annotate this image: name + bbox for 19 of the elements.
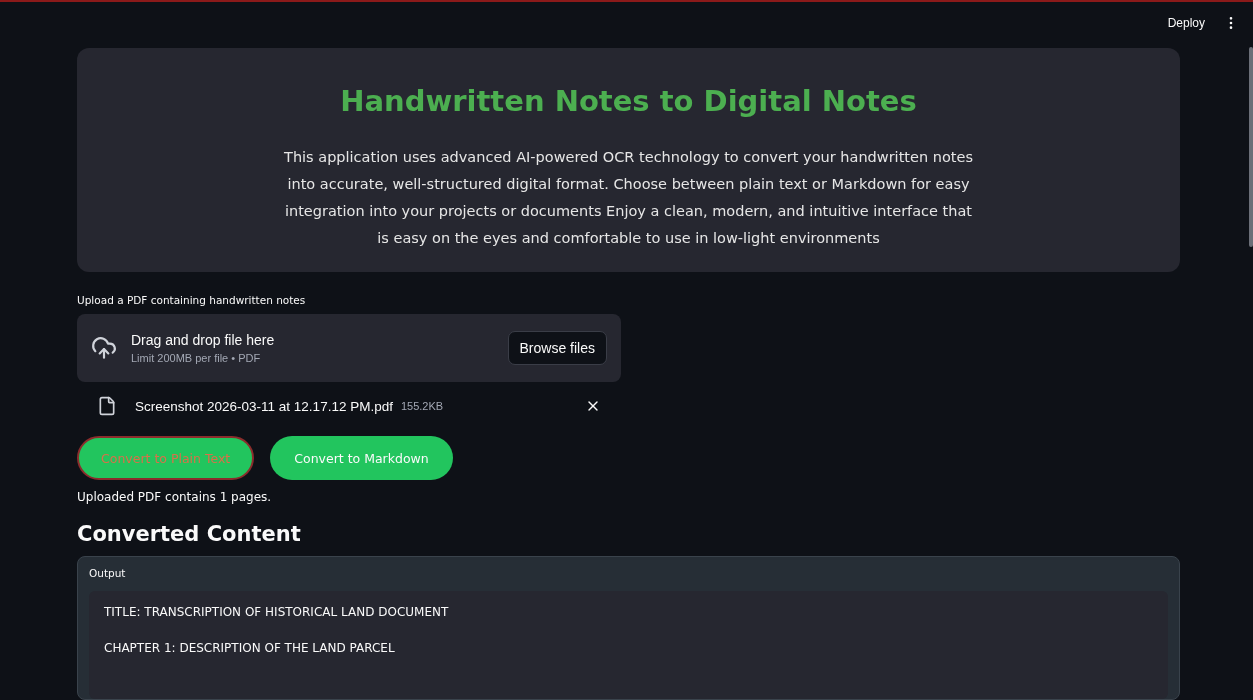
section-heading: Converted Content — [77, 522, 302, 546]
drop-hint: Limit 200MB per file • PDF — [131, 352, 262, 364]
deploy-button[interactable]: Deploy — [1163, 12, 1209, 34]
drop-title: Drag and drop file here — [131, 332, 276, 348]
app-description: This application uses advanced AI-powered OCR technology to convert your handwritten notes into accurate, well-structured digital format. Choose between plain text or Markdown for easy integration into your projects or documents Enjoy a clean, modern, and intuitive interface that is easy on the eyes and comfortable to use in low-light environments — [283, 148, 974, 248]
file-icon — [97, 396, 117, 416]
output-label: Output — [89, 567, 127, 579]
file-name: Screenshot 2026-03-11 at 12.17.12 PM.pdf — [135, 398, 393, 414]
app-title: Handwritten Notes to Digital Notes — [340, 84, 917, 118]
upload-label: Upload a PDF containing handwritten notes — [77, 294, 307, 306]
output-line: CHAPTER 1: DESCRIPTION OF THE LAND PARCEL — [104, 641, 396, 655]
drop-zone[interactable]: Drag and drop file here Limit 200MB per file • PDF Browse files — [77, 314, 621, 382]
scrollbar[interactable] — [1249, 47, 1253, 247]
status-text: Uploaded PDF contains 1 pages. — [77, 490, 273, 504]
output-line: TITLE: TRANSCRIPTION OF HISTORICAL LAND DOCUMENT — [104, 605, 450, 619]
cloud-upload-icon — [91, 335, 117, 361]
file-size: 155.2KB — [400, 400, 445, 412]
output-text-area[interactable]: TITLE: TRANSCRIPTION OF HISTORICAL LAND DOCUMENT CHAPTER 1: DESCRIPTION OF THE LAND PARCEL — [89, 591, 1168, 699]
browse-button[interactable]: Browse files — [507, 331, 607, 365]
